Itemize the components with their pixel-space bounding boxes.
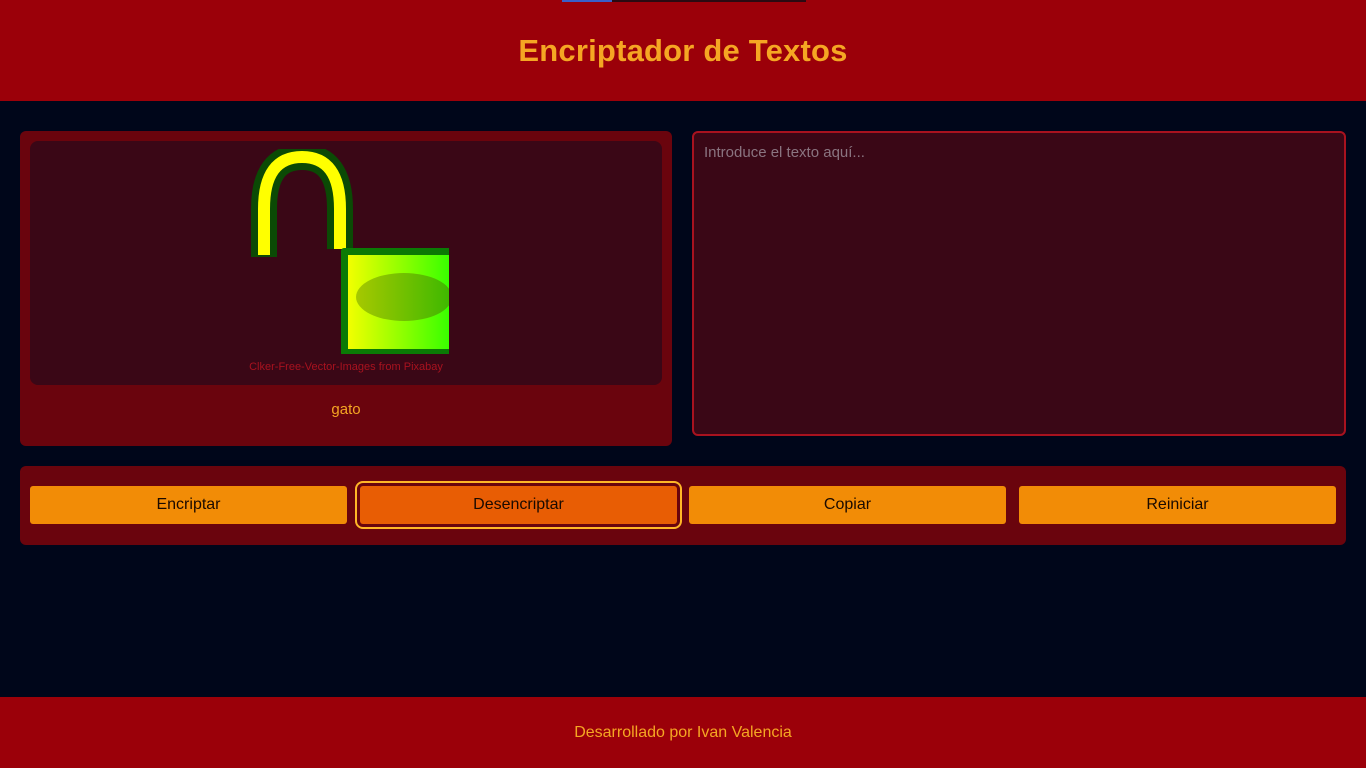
page-title: Encriptador de Textos [518,32,848,68]
button-bar: Encriptar Desencriptar Copiar Reiniciar [20,466,1346,545]
unlocked-padlock-icon [251,149,449,354]
image-credit: Clker-Free-Vector-Images from Pixabay [249,361,443,373]
decrypt-button[interactable]: Desencriptar [355,481,682,529]
text-input[interactable] [692,131,1346,436]
header-scrollbar [562,0,806,2]
footer: Desarrollado por Ivan Valencia [0,697,1366,768]
reset-button[interactable]: Reiniciar [1019,486,1336,524]
image-box: Clker-Free-Vector-Images from Pixabay [30,141,662,385]
copy-button[interactable]: Copiar [689,486,1006,524]
footer-credit: Desarrollado por Ivan Valencia [574,723,792,741]
encrypt-button[interactable]: Encriptar [30,486,347,524]
header: Encriptador de Textos [0,0,1366,101]
result-panel: Clker-Free-Vector-Images from Pixabay ga… [20,131,672,446]
result-message: gato [331,401,361,418]
